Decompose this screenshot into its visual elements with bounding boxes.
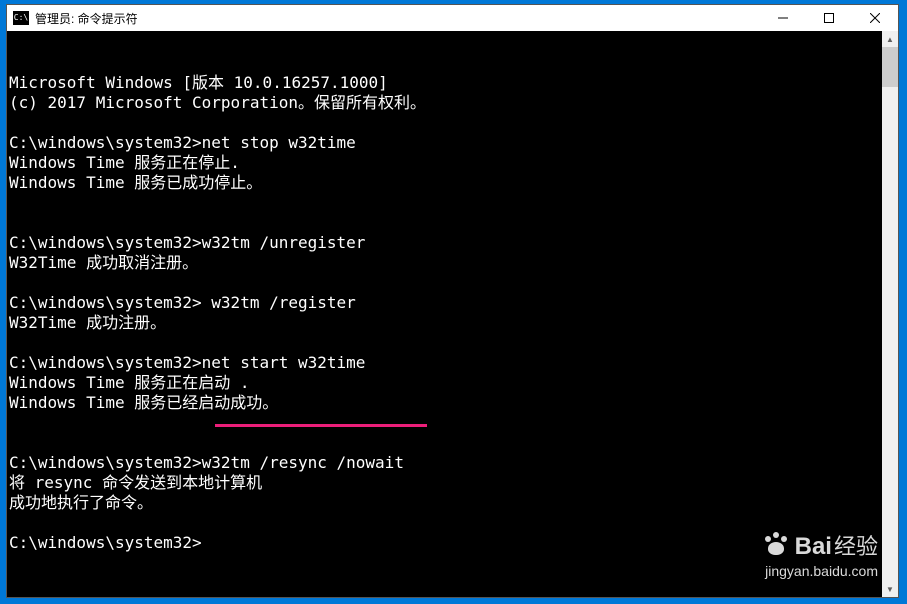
terminal-wrapper: Microsoft Windows [版本 10.0.16257.1000](c… <box>7 31 898 597</box>
terminal-line: Windows Time 服务正在停止. <box>9 153 882 173</box>
terminal-line: Windows Time 服务已成功停止。 <box>9 173 882 193</box>
terminal-line <box>9 113 882 133</box>
terminal-line: Windows Time 服务已经启动成功。 <box>9 393 882 413</box>
terminal-line: 成功地执行了命令。 <box>9 493 882 513</box>
terminal-line <box>9 273 882 293</box>
terminal-line: Windows Time 服务正在启动 . <box>9 373 882 393</box>
terminal-line <box>9 333 882 353</box>
terminal-line <box>9 413 882 433</box>
terminal-line: C:\windows\system32>w32tm /unregister <box>9 233 882 253</box>
scroll-down-button[interactable]: ▼ <box>882 581 898 597</box>
terminal-line <box>9 213 882 233</box>
terminal-line: C:\windows\system32>net start w32time <box>9 353 882 373</box>
terminal-line: W32Time 成功注册。 <box>9 313 882 333</box>
terminal-line <box>9 513 882 533</box>
terminal-line: C:\windows\system32> w32tm /register <box>9 293 882 313</box>
minimize-button[interactable] <box>760 5 806 31</box>
terminal-line: (c) 2017 Microsoft Corporation。保留所有权利。 <box>9 93 882 113</box>
terminal-line <box>9 433 882 453</box>
window-title: 管理员: 命令提示符 <box>35 10 138 27</box>
scroll-up-button[interactable]: ▲ <box>882 31 898 47</box>
terminal-line: Microsoft Windows [版本 10.0.16257.1000] <box>9 73 882 93</box>
titlebar[interactable]: C:\ 管理员: 命令提示符 <box>7 5 898 31</box>
scroll-thumb[interactable] <box>882 47 898 87</box>
terminal-line: C:\windows\system32>w32tm /resync /nowai… <box>9 453 882 473</box>
terminal-line: C:\windows\system32> <box>9 533 882 553</box>
terminal-output[interactable]: Microsoft Windows [版本 10.0.16257.1000](c… <box>7 31 882 597</box>
terminal-line: 将 resync 命令发送到本地计算机 <box>9 473 882 493</box>
terminal-line: C:\windows\system32>net stop w32time <box>9 133 882 153</box>
cmd-icon: C:\ <box>13 11 29 25</box>
command-prompt-window: C:\ 管理员: 命令提示符 Microsoft Windows [版本 10.… <box>6 4 899 598</box>
terminal-line: W32Time 成功取消注册。 <box>9 253 882 273</box>
close-button[interactable] <box>852 5 898 31</box>
maximize-button[interactable] <box>806 5 852 31</box>
scroll-track[interactable] <box>882 47 898 581</box>
window-controls <box>760 5 898 31</box>
scrollbar[interactable]: ▲ ▼ <box>882 31 898 597</box>
terminal-line <box>9 193 882 213</box>
